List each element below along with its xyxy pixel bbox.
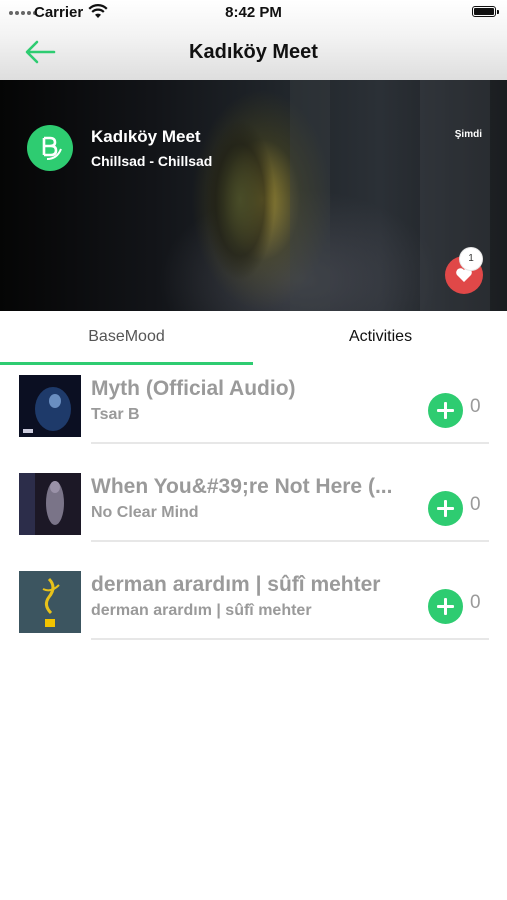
time-label: Şimdi <box>454 129 482 140</box>
room-name: Kadıköy Meet <box>91 127 201 146</box>
add-count: 0 <box>470 494 481 515</box>
like-count-badge: 1 <box>460 248 482 270</box>
track-title: derman arardım | sûfî mehter <box>91 573 381 596</box>
add-count: 0 <box>470 592 481 613</box>
track-artist: No Clear Mind <box>91 504 199 521</box>
status-bar: Carrier 8:42 PM <box>0 0 507 26</box>
logo-icon <box>42 136 62 160</box>
album-art <box>19 571 81 633</box>
list-item[interactable]: When You&#39;re Not Here (... No Clear M… <box>0 465 507 563</box>
tab-basemood[interactable]: BaseMood <box>0 311 253 363</box>
navigation-bar: Carrier 8:42 PM Kadıköy Meet <box>0 0 507 80</box>
room-header: Kadıköy Meet Chillsad - Chillsad Şimdi 1 <box>0 80 507 311</box>
background-image <box>290 80 330 311</box>
tab-activities[interactable]: Activities <box>254 311 507 363</box>
list-item[interactable]: Myth (Official Audio) Tsar B 0 <box>0 367 507 465</box>
divider <box>91 540 489 542</box>
clock: 8:42 PM <box>225 4 282 21</box>
track-title: When You&#39;re Not Here (... <box>91 475 393 498</box>
divider <box>91 638 489 640</box>
track-artist: derman arardım | sûfî mehter <box>91 602 312 619</box>
list-item[interactable]: derman arardım | sûfî mehter derman arar… <box>0 563 507 661</box>
tab-indicator <box>0 362 253 365</box>
album-art <box>19 473 81 535</box>
room-logo <box>27 125 73 171</box>
background-figure <box>205 120 275 280</box>
tab-bar: BaseMood Activities <box>0 311 507 365</box>
add-button[interactable] <box>428 589 463 624</box>
add-count: 0 <box>470 396 481 417</box>
add-button[interactable] <box>428 393 463 428</box>
divider <box>91 442 489 444</box>
add-button[interactable] <box>428 491 463 526</box>
album-art <box>19 375 81 437</box>
page-title: Kadıköy Meet <box>189 41 318 63</box>
battery-icon <box>472 6 499 17</box>
track-title: Myth (Official Audio) <box>91 377 296 400</box>
track-artist: Tsar B <box>91 406 140 423</box>
room-subtitle: Chillsad - Chillsad <box>91 153 213 169</box>
